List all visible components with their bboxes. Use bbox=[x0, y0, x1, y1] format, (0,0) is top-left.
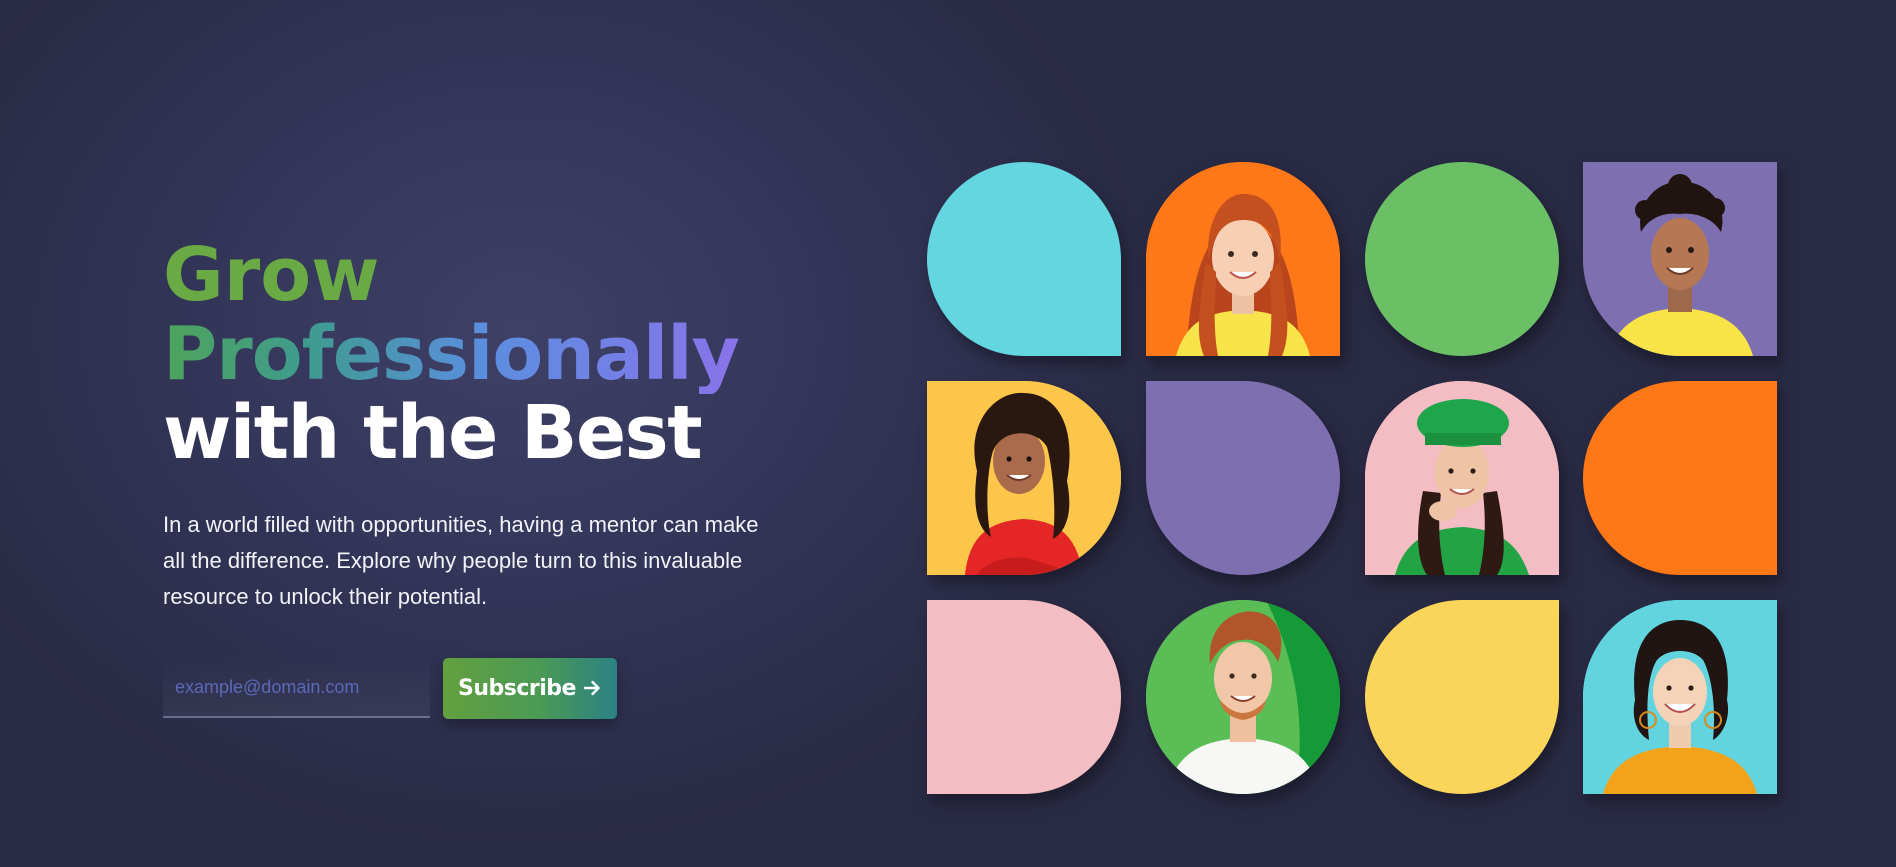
portrait-beret-woman bbox=[1365, 381, 1559, 575]
mosaic-tile-purple bbox=[1146, 381, 1340, 575]
hero-section: Grow Professionally with the Best In a w… bbox=[163, 236, 803, 615]
subscribe-form: Subscribe bbox=[163, 657, 617, 719]
mosaic-tile-pink bbox=[927, 600, 1121, 794]
portrait-redhead-woman bbox=[1146, 162, 1340, 356]
mosaic-tile-orange bbox=[1583, 381, 1777, 575]
mosaic-photo-curly-man bbox=[1583, 162, 1777, 356]
mosaic-photo-smiling-woman bbox=[1583, 600, 1777, 794]
subscribe-button[interactable]: Subscribe bbox=[443, 657, 617, 719]
mosaic-photo-curly-woman bbox=[927, 381, 1121, 575]
mosaic-photo-beret-woman bbox=[1365, 381, 1559, 575]
hero-intro-text: In a world filled with opportunities, ha… bbox=[163, 512, 759, 609]
portrait-curly-man bbox=[1583, 162, 1777, 356]
portrait-redhead-man bbox=[1146, 600, 1340, 794]
mosaic-photo-redhead-man bbox=[1146, 600, 1340, 794]
headline-line-with-the-best: with the Best bbox=[163, 390, 703, 476]
mosaic-tile-cyan bbox=[927, 162, 1121, 356]
email-input[interactable] bbox=[163, 658, 430, 718]
hero-headline: Grow Professionally with the Best bbox=[163, 236, 803, 473]
mosaic-tile-green bbox=[1365, 162, 1559, 356]
mosaic-photo-redhead-woman bbox=[1146, 162, 1340, 356]
mentor-mosaic bbox=[927, 162, 1777, 794]
portrait-curly-woman bbox=[927, 381, 1121, 575]
arrow-right-icon bbox=[582, 678, 602, 698]
portrait-smiling-woman bbox=[1583, 600, 1777, 794]
mosaic-tile-yellow bbox=[1365, 600, 1559, 794]
headline-line-grow: Grow bbox=[163, 232, 380, 318]
subscribe-button-label: Subscribe bbox=[458, 675, 576, 701]
headline-line-professionally: Professionally bbox=[163, 311, 740, 397]
